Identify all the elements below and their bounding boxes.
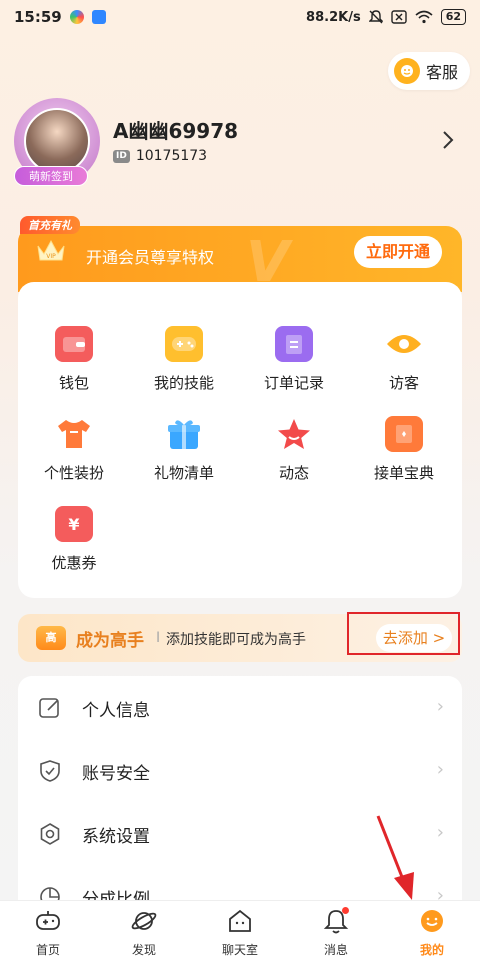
- planet-icon: [131, 912, 157, 930]
- feature-grid: 钱包 我的技能 订单记录 访客 个性装扮 礼物清单 动态 接单宝典 ¥ 优惠券: [18, 282, 462, 598]
- wifi-icon: [415, 10, 433, 24]
- profile-chevron-right-icon[interactable]: [442, 130, 454, 155]
- chevron-right-icon: ›: [436, 822, 444, 843]
- chevron-right-icon: ›: [436, 759, 444, 780]
- status-time: 15:59: [14, 8, 62, 26]
- grid-label: 访客: [388, 374, 419, 392]
- nav-label: 消息: [323, 943, 348, 957]
- file-notification-icon: [91, 10, 106, 24]
- grid-label: 钱包: [58, 374, 89, 392]
- grid-item-gifts[interactable]: 礼物清单: [134, 416, 234, 483]
- grid-label: 优惠券: [51, 554, 97, 572]
- battery-indicator: 62: [440, 9, 466, 25]
- first-charge-tag: 首充有礼: [20, 216, 80, 234]
- star-icon: [275, 416, 313, 452]
- grid-item-skills[interactable]: 我的技能: [134, 326, 234, 393]
- nav-label: 发现: [131, 943, 156, 957]
- grid-label: 接单宝典: [373, 464, 434, 482]
- crown-vip-text: VIP: [46, 253, 56, 260]
- grid-item-moments[interactable]: 动态: [244, 416, 344, 483]
- avatar-image: [24, 108, 90, 174]
- crown-icon: VIP: [36, 238, 66, 266]
- grid-label: 动态: [278, 464, 309, 482]
- status-right: 88.2K/s 62: [306, 9, 466, 25]
- nav-label: 聊天室: [221, 943, 258, 957]
- open-vip-button[interactable]: 立即开通: [354, 236, 442, 268]
- status-bar: 15:59 88.2K/s 62: [0, 0, 480, 34]
- grid-item-coupons[interactable]: ¥ 优惠券: [24, 506, 124, 573]
- headset-icon: [394, 58, 420, 84]
- avatar-badge: 萌新签到: [14, 166, 88, 186]
- menu-item-account-security[interactable]: 账号安全 ›: [18, 739, 462, 802]
- grid-item-guide[interactable]: 接单宝典: [354, 416, 454, 483]
- nav-tab-home[interactable]: 首页: [0, 901, 96, 960]
- expert-badge-icon: 高: [36, 626, 66, 650]
- menu-label: 账号安全: [82, 764, 150, 784]
- menu-label: 个人信息: [82, 701, 150, 721]
- nav-tab-chatroom[interactable]: 聊天室: [192, 901, 288, 960]
- grid-label: 我的技能: [153, 374, 214, 392]
- sim-disabled-icon: [390, 10, 407, 24]
- grid-item-orders[interactable]: 订单记录: [244, 326, 344, 393]
- grid-label: 订单记录: [263, 374, 324, 392]
- expert-title: 成为高手: [76, 631, 144, 651]
- id-tag: ID: [113, 149, 130, 163]
- nav-tab-discover[interactable]: 发现: [96, 901, 192, 960]
- book-icon: [385, 416, 423, 452]
- nav-tab-messages[interactable]: 消息: [288, 901, 384, 960]
- user-id: 10175173: [135, 148, 208, 164]
- vip-text: 开通会员尊享特权: [86, 248, 215, 267]
- chevron-right-icon: ›: [436, 696, 444, 717]
- bottom-nav: 首页 发现 聊天室 消息 我的: [0, 900, 480, 960]
- grid-item-dressup[interactable]: 个性装扮: [24, 416, 124, 483]
- nav-label: 首页: [35, 943, 60, 957]
- vip-watermark-icon: V: [246, 230, 290, 295]
- shield-icon: [40, 760, 60, 782]
- grid-item-wallet[interactable]: 钱包: [24, 326, 124, 393]
- user-id-row: ID 10175173: [113, 148, 207, 164]
- annotation-arrow-icon: [376, 815, 414, 900]
- unread-dot: [342, 907, 349, 914]
- nav-tab-me[interactable]: 我的: [384, 901, 480, 960]
- tshirt-icon: [55, 416, 93, 452]
- expert-separator: I: [156, 630, 161, 646]
- eye-icon: [385, 326, 423, 362]
- mute-icon: [368, 10, 383, 24]
- expert-subtitle: 添加技能即可成为高手: [166, 632, 306, 648]
- menu-item-profile-info[interactable]: 个人信息 ›: [18, 676, 462, 739]
- edit-icon: [39, 698, 59, 718]
- chatroom-icon: [229, 909, 251, 932]
- gamepad-icon: [165, 326, 203, 362]
- grid-label: 个性装扮: [43, 464, 104, 482]
- order-list-icon: [275, 326, 313, 362]
- gift-icon: [165, 416, 203, 452]
- customer-service-button[interactable]: 客服: [388, 52, 470, 90]
- settings-icon: [40, 823, 60, 845]
- grid-item-visitors[interactable]: 访客: [354, 326, 454, 393]
- wallet-icon: [55, 326, 93, 362]
- menu-label: 系统设置: [82, 827, 150, 847]
- net-speed: 88.2K/s: [306, 9, 361, 25]
- me-icon: [421, 910, 443, 932]
- customer-service-label: 客服: [426, 63, 459, 82]
- home-gamepad-icon: [36, 911, 60, 930]
- highlight-box: [347, 612, 460, 655]
- username: A幽幽69978: [113, 119, 239, 143]
- nav-label: 我的: [419, 943, 444, 957]
- grid-label: 礼物清单: [153, 464, 214, 482]
- app-notification-icon: [69, 10, 84, 24]
- coupon-icon: ¥: [55, 506, 93, 542]
